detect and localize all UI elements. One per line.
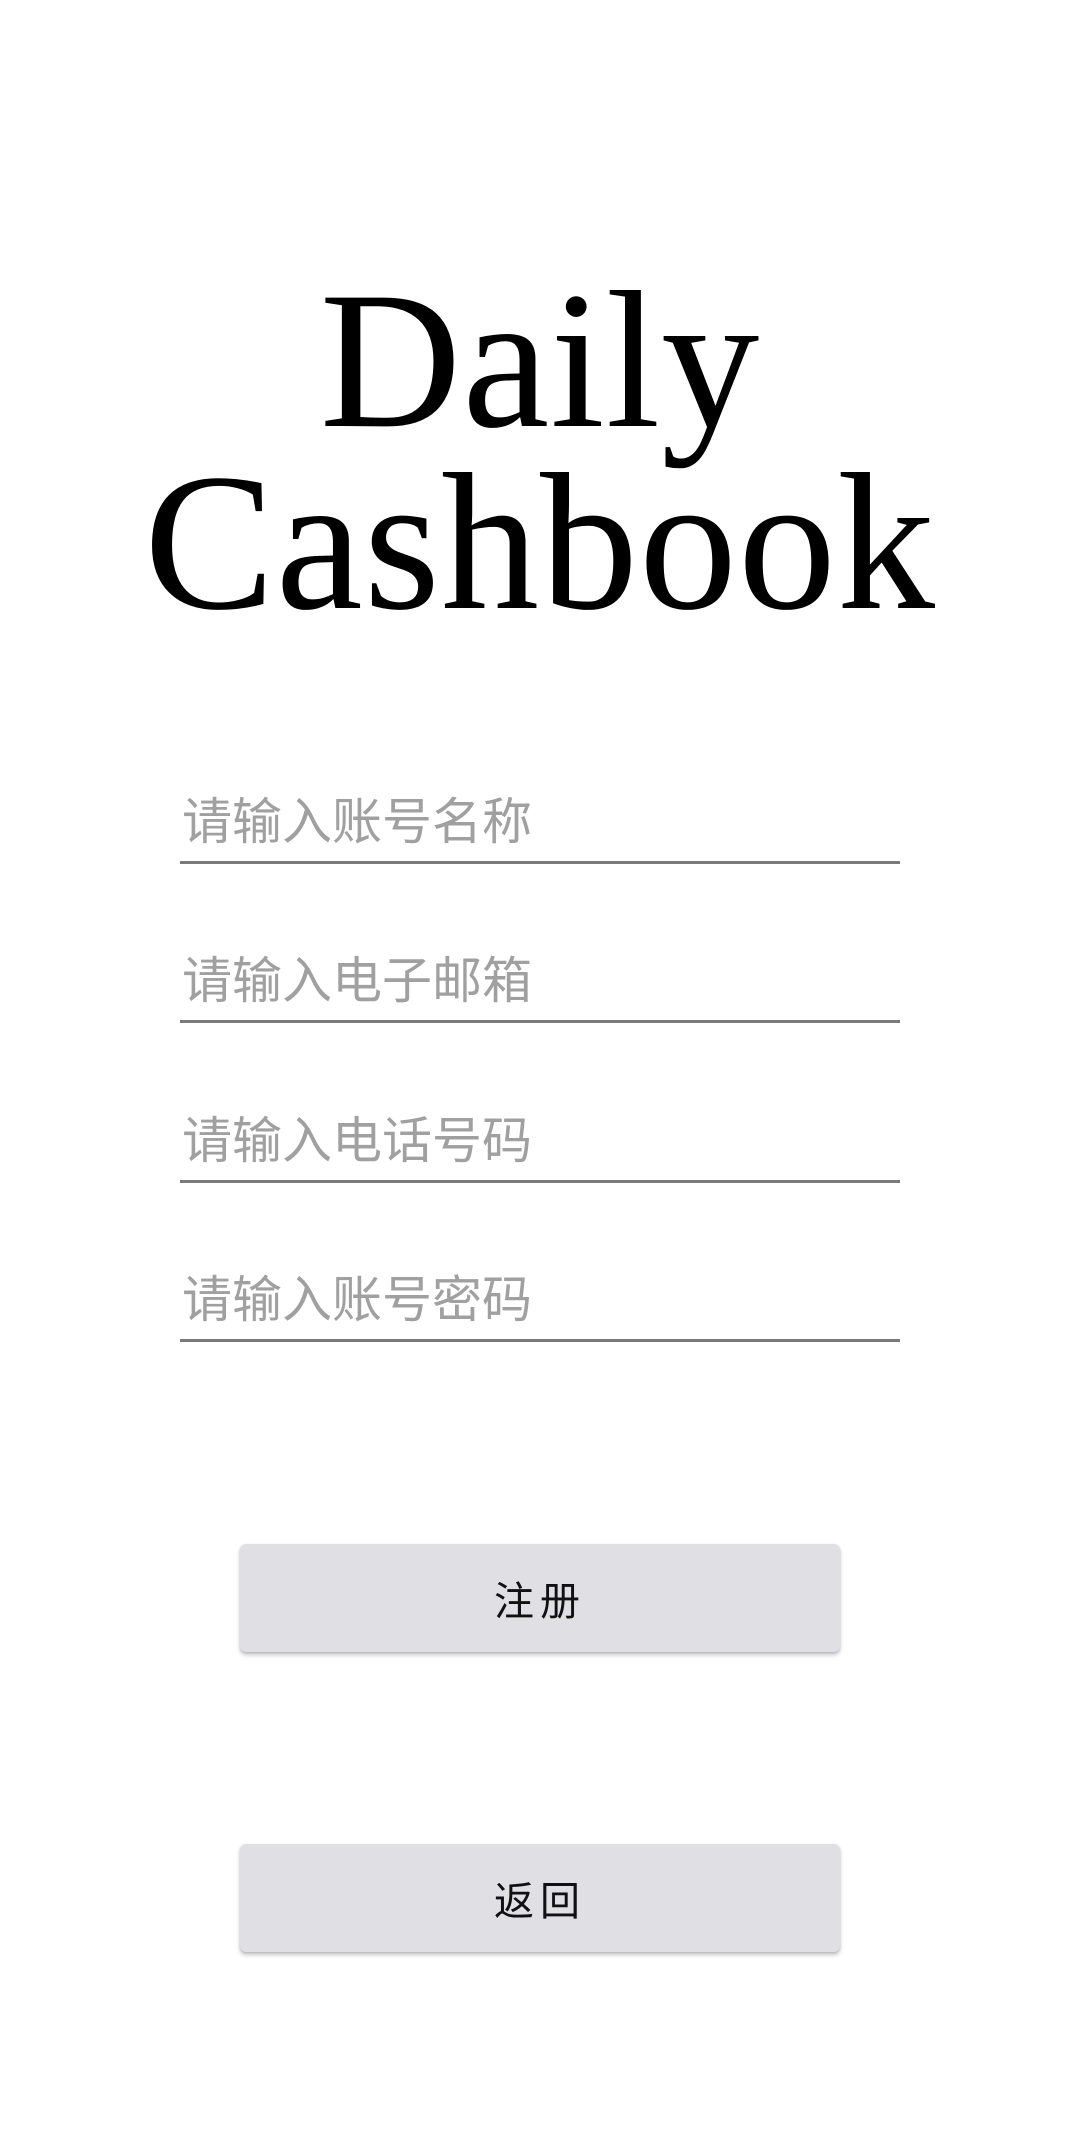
logo-line-cashbook: Cashbook	[144, 434, 936, 651]
app-logo: Daily Cashbook	[0, 252, 1080, 651]
phone-underline	[180, 1180, 900, 1183]
account-name-underline	[180, 861, 900, 864]
password-underline	[180, 1339, 900, 1342]
phone-input[interactable]	[180, 1103, 900, 1179]
phone-field	[180, 1103, 900, 1183]
password-field	[180, 1262, 900, 1342]
email-underline	[180, 1020, 900, 1023]
email-input[interactable]	[180, 943, 900, 1019]
register-button[interactable]: 注册	[240, 1544, 840, 1652]
account-name-input[interactable]	[180, 784, 900, 860]
logo-line-daily: Daily	[319, 252, 761, 469]
back-button[interactable]: 返回	[240, 1844, 840, 1952]
email-field	[180, 943, 900, 1023]
account-name-field	[180, 784, 900, 864]
password-input[interactable]	[180, 1262, 900, 1338]
